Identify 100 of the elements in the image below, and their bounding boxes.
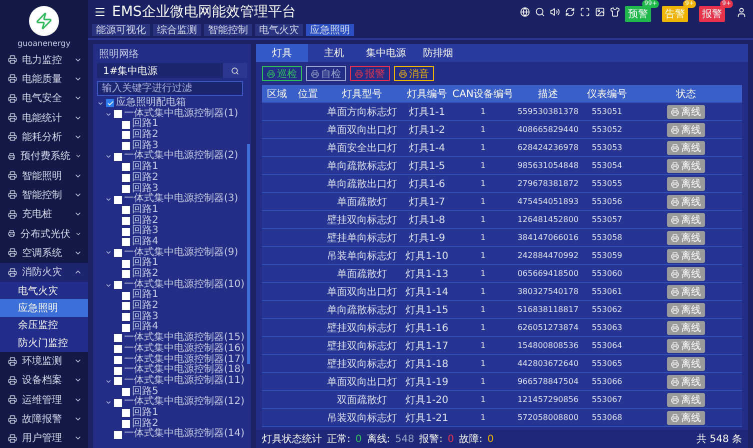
sidebar-item[interactable]: 运维管理	[0, 390, 88, 410]
tree-node-label[interactable]: 一体式集中电源控制器(11)	[124, 376, 245, 387]
menu-icon[interactable]	[94, 6, 106, 18]
sidebar-subitem[interactable]: 电气火灾	[0, 282, 88, 300]
tree-checkbox[interactable]	[114, 110, 122, 118]
tree-checkbox[interactable]	[122, 324, 130, 332]
tree-node-label[interactable]: 回路2	[132, 216, 158, 226]
search-button[interactable]	[223, 63, 247, 78]
sidebar-item[interactable]: 电力监控	[0, 50, 88, 70]
action-button[interactable]: 巡检	[262, 66, 302, 81]
page-tab[interactable]: 电气火灾	[255, 24, 303, 36]
tab[interactable]: 集中电源	[360, 44, 412, 62]
tree-checkbox[interactable]	[122, 388, 130, 396]
tree-checkbox[interactable]	[114, 248, 122, 257]
shirt-icon[interactable]	[610, 7, 620, 17]
tree-node-label[interactable]: 回路1	[132, 162, 158, 173]
tree-node-label[interactable]: 回路1	[132, 290, 158, 302]
tree-node-label[interactable]: 回路1	[132, 119, 158, 130]
tree-checkbox[interactable]	[114, 334, 122, 342]
tree-checkbox[interactable]	[122, 238, 130, 246]
tree-checkbox[interactable]	[122, 409, 130, 418]
tree-checkbox[interactable]	[122, 206, 130, 214]
sidebar-item[interactable]: 故障报警	[0, 409, 88, 429]
sidebar-subitem[interactable]: 余压监控	[0, 316, 88, 334]
tree-node-label[interactable]: 回路3	[132, 312, 158, 322]
sidebar-item[interactable]: 智能照明	[0, 166, 88, 186]
sidebar-item[interactable]: 能耗分析	[0, 127, 88, 147]
page-tab[interactable]: 综合监测	[153, 24, 201, 36]
tree-node-label[interactable]: 一体式集中电源控制器(10)	[124, 280, 245, 290]
tree-checkbox[interactable]	[114, 377, 122, 386]
tree-checkbox[interactable]	[122, 313, 130, 322]
page-tab[interactable]: 智能控制	[204, 24, 252, 36]
tree-node-label[interactable]: 一体式集中电源控制器(12)	[124, 397, 245, 408]
tree-checkbox[interactable]	[114, 430, 122, 439]
tree-checkbox[interactable]	[122, 131, 130, 140]
tree-checkbox[interactable]	[114, 281, 122, 290]
tree-node-label[interactable]: 一体式集中电源控制器(2)	[124, 151, 238, 162]
alert-badge[interactable]: 报警	[699, 6, 725, 22]
tree-node-label[interactable]: 回路2	[132, 301, 158, 312]
sidebar-item[interactable]: 分布式光伏	[0, 224, 88, 244]
tree-checkbox[interactable]	[122, 216, 130, 225]
page-tab[interactable]: 能源可视化	[92, 24, 150, 36]
tree-checkbox[interactable]	[114, 356, 122, 364]
tree-node-label[interactable]: 回路3	[132, 226, 158, 237]
user-icon[interactable]	[736, 6, 747, 18]
page-tab[interactable]: 应急照明	[306, 24, 354, 36]
tree-node-label[interactable]: 一体式集中电源控制器(14)	[124, 429, 245, 440]
tab[interactable]: 灯具	[256, 44, 308, 62]
tree-node-label[interactable]: 一体式集中电源控制器(9)	[124, 248, 238, 258]
sidebar-item[interactable]: 设备档案	[0, 370, 88, 390]
sidebar-subitem[interactable]: 应急照明	[0, 299, 88, 317]
tree-node-label[interactable]: 回路1	[132, 204, 158, 216]
action-button[interactable]: 自检	[306, 66, 346, 81]
search-field[interactable]: 输入关键字进行过滤	[97, 81, 243, 96]
tree-checkbox[interactable]	[114, 345, 122, 354]
tree-checkbox[interactable]	[122, 174, 130, 182]
tree-node-label[interactable]: 回路1	[132, 258, 158, 270]
tree-node-label[interactable]: 一体式集中电源控制器(18)	[124, 365, 245, 376]
tree-node-label[interactable]: 回路2	[132, 172, 158, 184]
sidebar-item[interactable]: 环境监测	[0, 352, 88, 371]
tree-node-label[interactable]: 一体式集中电源控制器(1)	[124, 108, 238, 120]
refresh-icon[interactable]	[565, 7, 575, 17]
sidebar-item[interactable]: 空调系统	[0, 243, 88, 263]
sidebar-item[interactable]: 电能统计	[0, 108, 88, 128]
sidebar-item[interactable]: 预付费系统	[0, 146, 88, 166]
tree-checkbox[interactable]	[122, 184, 130, 193]
tree-checkbox[interactable]	[122, 120, 130, 129]
tree-checkbox[interactable]	[122, 228, 130, 236]
sidebar-item[interactable]: 用户管理	[0, 428, 88, 448]
caret-icon[interactable]	[105, 378, 112, 385]
fullscreen-icon[interactable]	[580, 7, 590, 17]
tab[interactable]: 主机	[308, 44, 360, 62]
tree-node-label[interactable]: 回路4	[132, 236, 158, 248]
sidebar-item[interactable]: 电能质量	[0, 69, 88, 89]
scrollbar-thumb[interactable]	[247, 144, 250, 364]
tree-checkbox[interactable]	[114, 196, 122, 204]
tree-checkbox[interactable]	[122, 302, 130, 310]
caret-icon[interactable]	[105, 249, 112, 256]
sidebar-item[interactable]: 充电桩	[0, 204, 88, 224]
speaker-icon[interactable]	[550, 7, 560, 17]
globe-icon[interactable]	[520, 7, 530, 17]
tree-node-label[interactable]: 一体式集中电源控制器(15)	[124, 333, 245, 344]
image-icon[interactable]	[595, 7, 605, 17]
tree-checkbox[interactable]	[114, 152, 122, 161]
tree-node-label[interactable]: 回路2	[132, 130, 158, 141]
tree-checkbox[interactable]	[122, 270, 130, 278]
tab[interactable]: 防排烟	[412, 44, 464, 62]
caret-icon[interactable]	[105, 282, 112, 289]
tree-checkbox[interactable]	[122, 260, 130, 268]
caret-icon[interactable]	[105, 153, 112, 160]
tree-checkbox[interactable]	[122, 292, 130, 300]
tree-checkbox[interactable]	[122, 142, 130, 150]
tree-node-label[interactable]: 应急照明配电箱	[116, 98, 186, 109]
tree-node-label[interactable]: 一体式集中电源控制器(16)	[124, 344, 245, 355]
tree-checkbox[interactable]	[114, 398, 122, 407]
tree-node-label[interactable]: 回路1	[132, 408, 158, 419]
caret-icon[interactable]	[105, 196, 112, 204]
sidebar-item[interactable]: 电气安全	[0, 88, 88, 108]
action-button[interactable]: 消音	[394, 66, 434, 81]
caret-icon[interactable]	[105, 399, 112, 406]
